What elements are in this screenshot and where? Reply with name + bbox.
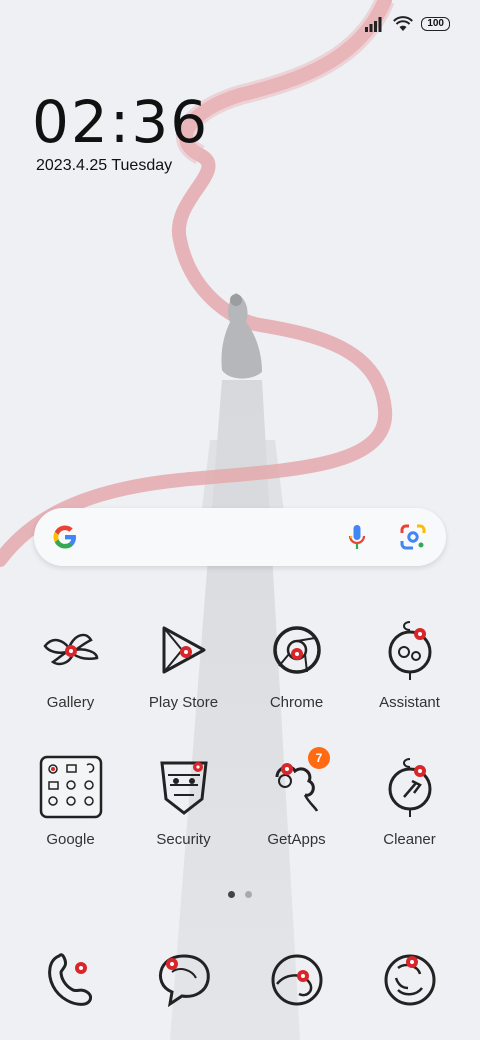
app-security[interactable]: Security <box>127 755 240 892</box>
status-bar: 100 <box>365 16 450 32</box>
google-lens-icon[interactable] <box>398 522 428 552</box>
app-cleaner[interactable]: Cleaner <box>353 755 466 892</box>
app-assistant[interactable]: Assistant <box>353 618 466 755</box>
google-search-bar[interactable] <box>34 508 446 566</box>
app-row: Gallery Play Store Chrome Assistant <box>14 618 466 755</box>
dock-app-phone[interactable] <box>14 948 127 1018</box>
camera-icon <box>384 954 435 1006</box>
page-dot-active[interactable] <box>228 891 235 898</box>
phone-icon <box>47 953 92 1006</box>
app-label: Chrome <box>269 694 324 711</box>
app-label: GetApps <box>267 831 326 848</box>
chrome-icon <box>272 626 321 674</box>
app-label: Security <box>156 831 211 848</box>
app-label: Cleaner <box>383 831 436 848</box>
app-getapps[interactable]: 7 GetApps <box>240 747 353 892</box>
dock <box>14 948 466 1018</box>
app-grid: Gallery Play Store Chrome Assistant Goog… <box>14 618 466 892</box>
app-row: Google Security 7 GetApps Cleaner <box>14 747 466 892</box>
page-indicator <box>228 891 252 898</box>
security-icon <box>159 761 208 815</box>
notification-badge: 7 <box>308 747 330 769</box>
cleaner-icon <box>388 758 431 817</box>
browser-icon <box>271 954 322 1006</box>
app-chrome[interactable]: Chrome <box>240 618 353 755</box>
google-folder-icon <box>39 755 102 819</box>
app-label: Play Store <box>148 694 219 711</box>
app-gallery[interactable]: Gallery <box>14 618 127 755</box>
voice-search-icon[interactable] <box>342 522 372 552</box>
battery-indicator: 100 <box>421 17 450 31</box>
dock-app-camera[interactable] <box>353 948 466 1018</box>
wifi-icon <box>393 16 414 31</box>
messages-icon <box>158 954 210 1008</box>
assistant-icon <box>388 621 431 680</box>
gallery-icon <box>42 633 98 666</box>
play-store-icon <box>162 626 205 674</box>
dock-app-browser[interactable] <box>240 948 353 1018</box>
app-label: Gallery <box>46 694 95 711</box>
page-dot[interactable] <box>245 891 252 898</box>
google-logo-icon <box>53 525 76 549</box>
clock-time[interactable]: 02:36 <box>32 88 209 156</box>
dock-app-messages[interactable] <box>127 948 240 1018</box>
signal-icon <box>365 17 382 32</box>
app-play-store[interactable]: Play Store <box>127 618 240 755</box>
app-label: Assistant <box>379 694 440 711</box>
app-label: Google <box>46 831 95 848</box>
app-google-folder[interactable]: Google <box>14 755 127 892</box>
clock-date[interactable]: 2023.4.25 Tuesday <box>36 157 172 175</box>
